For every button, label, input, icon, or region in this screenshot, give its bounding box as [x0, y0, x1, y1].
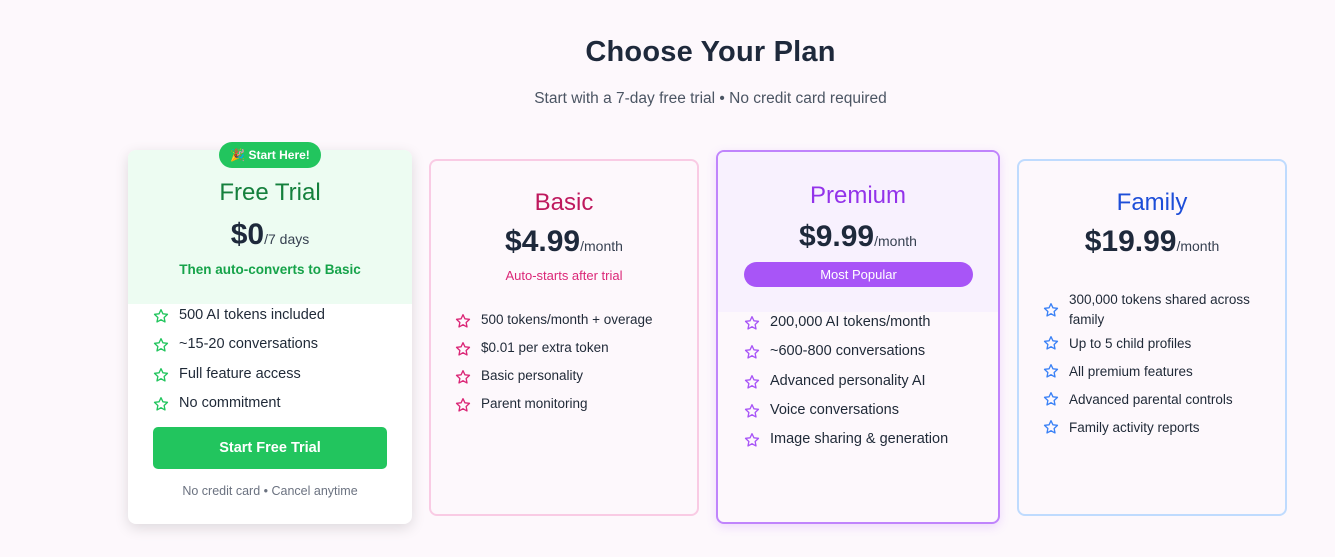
- plan-price-row: $9.99/month: [718, 220, 998, 254]
- feature-item: $0.01 per extra token: [455, 340, 695, 368]
- plan-period: /7 days: [264, 231, 310, 247]
- feature-text: Basic personality: [481, 368, 584, 383]
- plan-price: $0: [230, 218, 265, 251]
- plan-card-premium[interactable]: Premium $9.99/month Most Popular 200,000…: [716, 150, 1000, 524]
- feature-text: Full feature access: [179, 365, 301, 382]
- plan-name: Free Trial: [219, 179, 321, 206]
- star-icon: [455, 397, 471, 413]
- star-icon: [455, 313, 471, 329]
- feature-text: $0.01 per extra token: [481, 340, 609, 355]
- feature-text: 300,000 tokens shared across family: [1069, 292, 1250, 327]
- star-icon: [744, 432, 760, 448]
- star-icon: [744, 315, 760, 331]
- star-icon: [153, 337, 169, 353]
- star-icon: [744, 374, 760, 390]
- page-subtitle: Start with a 7-day free trial • No credi…: [534, 90, 887, 107]
- star-icon: [1043, 391, 1059, 407]
- feature-item: Advanced personality AI: [744, 373, 994, 402]
- plan-period: /month: [580, 238, 623, 254]
- feature-list: 500 AI tokens included ~15-20 conversati…: [153, 307, 403, 424]
- feature-item: No commitment: [153, 395, 403, 424]
- feature-text: Advanced parental controls: [1069, 392, 1233, 407]
- start-here-badge: 🎉 Start Here!: [219, 142, 321, 168]
- star-icon: [1043, 363, 1059, 379]
- feature-list: 300,000 tokens shared across family Up t…: [1043, 286, 1263, 446]
- feature-list: 500 tokens/month + overage $0.01 per ext…: [455, 312, 695, 424]
- feature-text: Advanced personality AI: [770, 372, 926, 389]
- feature-text: 500 tokens/month + overage: [481, 312, 653, 327]
- start-free-trial-button[interactable]: Start Free Trial: [153, 427, 387, 469]
- feature-item: Basic personality: [455, 368, 695, 396]
- feature-item: 500 tokens/month + overage: [455, 312, 695, 340]
- plan-card-family[interactable]: Family $19.99/month 300,000 tokens share…: [1017, 159, 1287, 516]
- plan-name: Premium: [809, 182, 906, 209]
- plan-price: $9.99: [799, 220, 875, 253]
- feature-text: ~600-800 conversations: [770, 343, 926, 360]
- star-icon: [153, 396, 169, 412]
- feature-text: Image sharing & generation: [770, 431, 949, 448]
- feature-text: Family activity reports: [1069, 420, 1200, 435]
- feature-text: Voice conversations: [770, 401, 899, 418]
- plan-price: $19.99: [1084, 225, 1177, 258]
- feature-text: 200,000 AI tokens/month: [770, 314, 931, 330]
- page-title: Choose Your Plan: [585, 36, 836, 68]
- plan-price-row: $0/7 days: [128, 218, 412, 252]
- feature-text: 500 AI tokens included: [179, 307, 325, 323]
- plan-note: Auto-starts after trial: [505, 268, 623, 283]
- star-icon: [1043, 335, 1059, 351]
- fine-print: No credit card • Cancel anytime: [182, 484, 358, 498]
- star-icon: [744, 403, 760, 419]
- star-icon: [153, 367, 169, 383]
- star-icon: [153, 308, 169, 324]
- feature-text: Parent monitoring: [481, 396, 588, 411]
- feature-text: All premium features: [1069, 364, 1193, 379]
- plan-note: Then auto-converts to Basic: [179, 262, 361, 277]
- feature-item: Up to 5 child profiles: [1043, 334, 1263, 362]
- feature-item: Parent monitoring: [455, 396, 695, 424]
- plan-name: Basic: [534, 189, 594, 216]
- plan-card-free-trial: 🎉 Start Here! Free Trial $0/7 days Then …: [128, 142, 412, 524]
- most-popular-badge: Most Popular: [744, 262, 973, 287]
- feature-item: Full feature access: [153, 366, 403, 395]
- feature-item: All premium features: [1043, 362, 1263, 390]
- feature-item: 300,000 tokens shared across family: [1043, 286, 1263, 334]
- feature-item: ~15-20 conversations: [153, 336, 403, 365]
- feature-item: Voice conversations: [744, 402, 994, 431]
- feature-item: Family activity reports: [1043, 418, 1263, 446]
- plan-card-basic[interactable]: Basic $4.99/month Auto-starts after tria…: [429, 159, 699, 516]
- star-icon: [1043, 302, 1059, 318]
- plan-name: Family: [1116, 189, 1188, 216]
- plan-period: /month: [874, 233, 917, 249]
- plan-period: /month: [1176, 238, 1220, 254]
- star-icon: [744, 344, 760, 360]
- feature-text: ~15-20 conversations: [179, 336, 319, 353]
- feature-item: 500 AI tokens included: [153, 307, 403, 336]
- star-icon: [455, 341, 471, 357]
- star-icon: [1043, 419, 1059, 435]
- feature-item: ~600-800 conversations: [744, 343, 994, 372]
- feature-text: Up to 5 child profiles: [1069, 336, 1192, 351]
- feature-item: Advanced parental controls: [1043, 390, 1263, 418]
- plan-price-row: $4.99/month: [431, 225, 697, 259]
- plan-price-row: $19.99/month: [1019, 225, 1285, 259]
- feature-item: 200,000 AI tokens/month: [744, 314, 994, 343]
- feature-list: 200,000 AI tokens/month ~600-800 convers…: [744, 314, 994, 460]
- star-icon: [455, 369, 471, 385]
- feature-text: No commitment: [179, 394, 281, 411]
- plan-price: $4.99: [505, 225, 581, 258]
- feature-item: Image sharing & generation: [744, 431, 994, 460]
